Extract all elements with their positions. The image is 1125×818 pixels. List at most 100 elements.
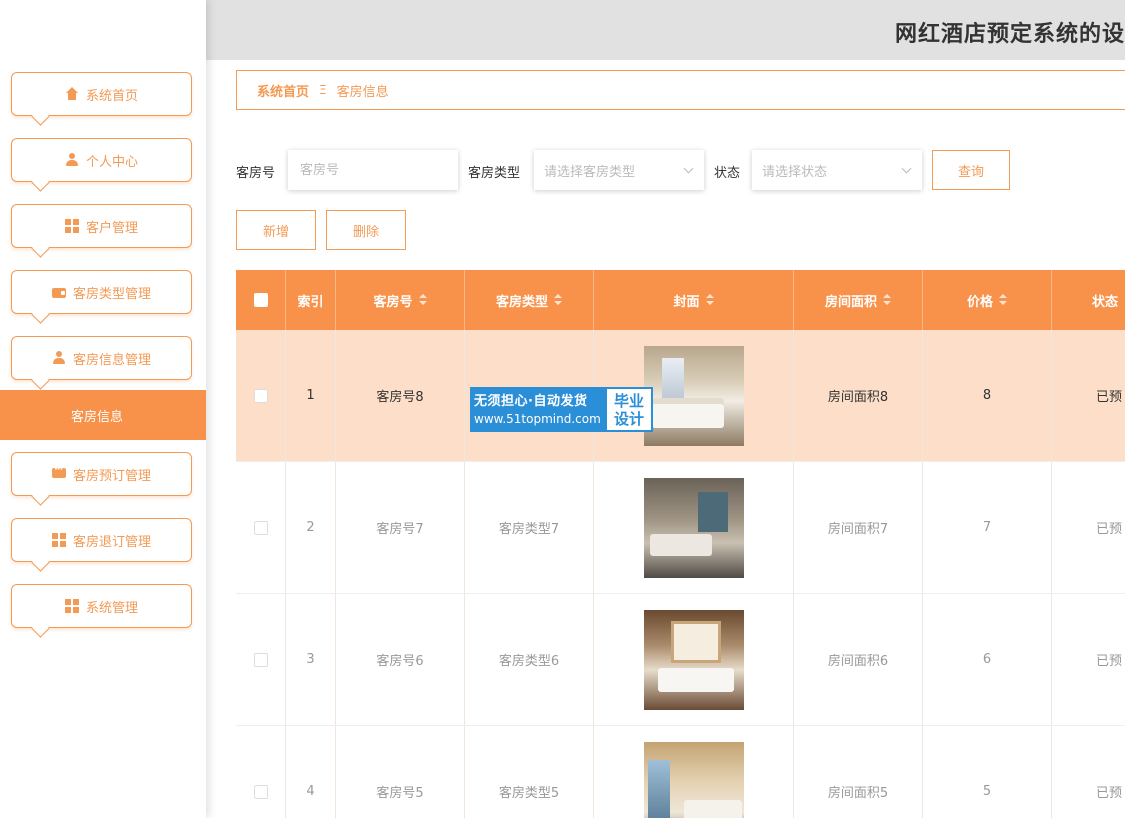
query-button[interactable]: 查询 xyxy=(932,150,1010,190)
sidebar-item-room-info[interactable]: 客房信息管理 xyxy=(11,336,192,380)
chat-icon xyxy=(51,464,66,481)
room-no-cell: 客房号8 xyxy=(336,330,465,461)
row-checkbox-cell xyxy=(236,726,286,818)
price-cell: 7 xyxy=(923,462,1052,593)
room-type-select[interactable]: 请选择客房类型 xyxy=(534,150,704,190)
row-checkbox-cell xyxy=(236,462,286,593)
app-title: 网红酒店预定系统的设 xyxy=(894,22,1125,47)
status-placeholder: 请选择状态 xyxy=(762,164,828,180)
area-cell: 房间面积6 xyxy=(794,594,923,725)
table-row[interactable]: 1 客房号8 房间面积8 8 已预 xyxy=(236,330,1125,462)
header-label: 状态 xyxy=(1092,294,1119,310)
watermark-url: www.51topmind.com xyxy=(474,412,601,426)
table-header: 索引 客房号 客房类型 封面 房间面积 价格 状态 xyxy=(236,270,1125,330)
select-all-checkbox[interactable] xyxy=(253,293,268,307)
top-bar: 网红酒店预定系统的设 xyxy=(206,0,1125,60)
row-checkbox[interactable] xyxy=(253,652,268,667)
row-checkbox-cell xyxy=(236,594,286,725)
sidebar-item-label: 系统首页 xyxy=(85,88,138,104)
sort-icon[interactable] xyxy=(883,294,891,306)
room-no-cell: 客房号7 xyxy=(336,462,465,593)
delete-button[interactable]: 删除 xyxy=(326,210,406,250)
header-label: 客房号 xyxy=(373,294,413,310)
sidebar-item-label: 系统管理 xyxy=(85,600,138,616)
table-row[interactable]: 4 客房号5 客房类型5 房间面积5 5 已预 xyxy=(236,726,1125,818)
sidebar-item-label: 个人中心 xyxy=(85,154,138,170)
sort-icon[interactable] xyxy=(554,294,562,306)
breadcrumb-current: 客房信息 xyxy=(336,84,389,100)
cover-cell xyxy=(594,726,794,818)
row-checkbox[interactable] xyxy=(253,520,268,535)
header-status: 状态 xyxy=(1052,270,1125,330)
sidebar-item-label: 客户管理 xyxy=(85,220,138,236)
sidebar-item-room-cancellation[interactable]: 客房退订管理 xyxy=(11,518,192,562)
row-checkbox[interactable] xyxy=(253,388,268,403)
sidebar-item-home[interactable]: 系统首页 xyxy=(11,72,192,116)
area-cell: 房间面积5 xyxy=(794,726,923,818)
row-checkbox[interactable] xyxy=(253,784,268,799)
room-cover-image[interactable] xyxy=(643,609,744,710)
sidebar-item-personal-center[interactable]: 个人中心 xyxy=(11,138,192,182)
sidebar-subitem-room-info[interactable]: 客房信息 xyxy=(0,390,206,440)
sidebar: 系统首页 个人中心 客户管理 客房类型管理 客房信息管理 客房信息 客房预订管理… xyxy=(0,0,206,818)
room-no-input[interactable] xyxy=(288,150,458,190)
header-area[interactable]: 房间面积 xyxy=(794,270,923,330)
room-cover-image[interactable] xyxy=(643,477,744,578)
header-label: 价格 xyxy=(966,294,993,310)
index-cell: 3 xyxy=(286,594,336,725)
room-cover-image[interactable] xyxy=(643,345,744,446)
price-cell: 8 xyxy=(923,330,1052,461)
sidebar-item-room-booking[interactable]: 客房预订管理 xyxy=(11,452,192,496)
table-row[interactable]: 3 客房号6 客房类型6 房间面积6 6 已预 xyxy=(236,594,1125,726)
room-no-cell: 客房号5 xyxy=(336,726,465,818)
status-select[interactable]: 请选择状态 xyxy=(752,150,922,190)
watermark-badge-bottom: 设计 xyxy=(613,409,644,428)
watermark-text-block: 无须担心·自动发货 www.51topmind.com xyxy=(470,387,605,432)
header-room-no[interactable]: 客房号 xyxy=(336,270,465,330)
grid-icon xyxy=(64,599,79,613)
sidebar-item-label: 客房信息管理 xyxy=(72,352,151,368)
status-cell: 已预 xyxy=(1052,330,1125,461)
room-type-cell: 客房类型7 xyxy=(465,462,594,593)
header-cover[interactable]: 封面 xyxy=(594,270,794,330)
sidebar-item-room-types[interactable]: 客房类型管理 xyxy=(11,270,192,314)
grid-icon xyxy=(51,533,66,547)
header-label: 客房类型 xyxy=(495,294,548,310)
header-room-type[interactable]: 客房类型 xyxy=(465,270,594,330)
sidebar-item-system[interactable]: 系统管理 xyxy=(11,584,192,628)
add-button[interactable]: 新增 xyxy=(236,210,316,250)
status-cell: 已预 xyxy=(1052,726,1125,818)
sidebar-item-customers[interactable]: 客户管理 xyxy=(11,204,192,248)
area-cell: 房间面积8 xyxy=(794,330,923,461)
sidebar-subitem-label: 客房信息 xyxy=(70,409,123,425)
price-cell: 5 xyxy=(923,726,1052,818)
chevron-down-icon xyxy=(683,163,694,174)
sort-icon[interactable] xyxy=(705,294,714,306)
watermark-badge-top: 毕业 xyxy=(613,391,644,410)
header-label: 索引 xyxy=(297,294,324,310)
breadcrumb-home[interactable]: 系统首页 xyxy=(257,81,309,100)
status-label: 状态 xyxy=(714,166,741,181)
room-table: 索引 客房号 客房类型 封面 房间面积 价格 状态 1 客房号8 房间面积8 8… xyxy=(236,270,1125,818)
user-icon xyxy=(52,351,66,365)
sort-icon[interactable] xyxy=(999,294,1007,306)
room-no-cell: 客房号6 xyxy=(336,594,465,725)
table-row[interactable]: 2 客房号7 客房类型7 房间面积7 7 已预 xyxy=(236,462,1125,594)
home-icon xyxy=(65,87,79,101)
status-cell: 已预 xyxy=(1052,462,1125,593)
user-icon xyxy=(65,153,79,167)
index-cell: 2 xyxy=(286,462,336,593)
room-type-cell: 客房类型6 xyxy=(465,594,594,725)
breadcrumb: 系统首页 Ξ 客房信息 xyxy=(236,70,1125,110)
select-all-cell xyxy=(236,270,286,330)
header-price[interactable]: 价格 xyxy=(923,270,1052,330)
watermark-badge: 毕业 设计 xyxy=(605,387,653,432)
room-no-label: 客房号 xyxy=(236,166,276,181)
header-label: 封面 xyxy=(673,294,700,310)
room-type-placeholder: 请选择客房类型 xyxy=(544,164,636,180)
room-cover-image[interactable] xyxy=(643,741,744,818)
room-type-cell: 客房类型5 xyxy=(465,726,594,818)
sidebar-item-label: 客房预订管理 xyxy=(72,468,151,484)
index-cell: 1 xyxy=(286,330,336,461)
sort-icon[interactable] xyxy=(418,294,427,306)
